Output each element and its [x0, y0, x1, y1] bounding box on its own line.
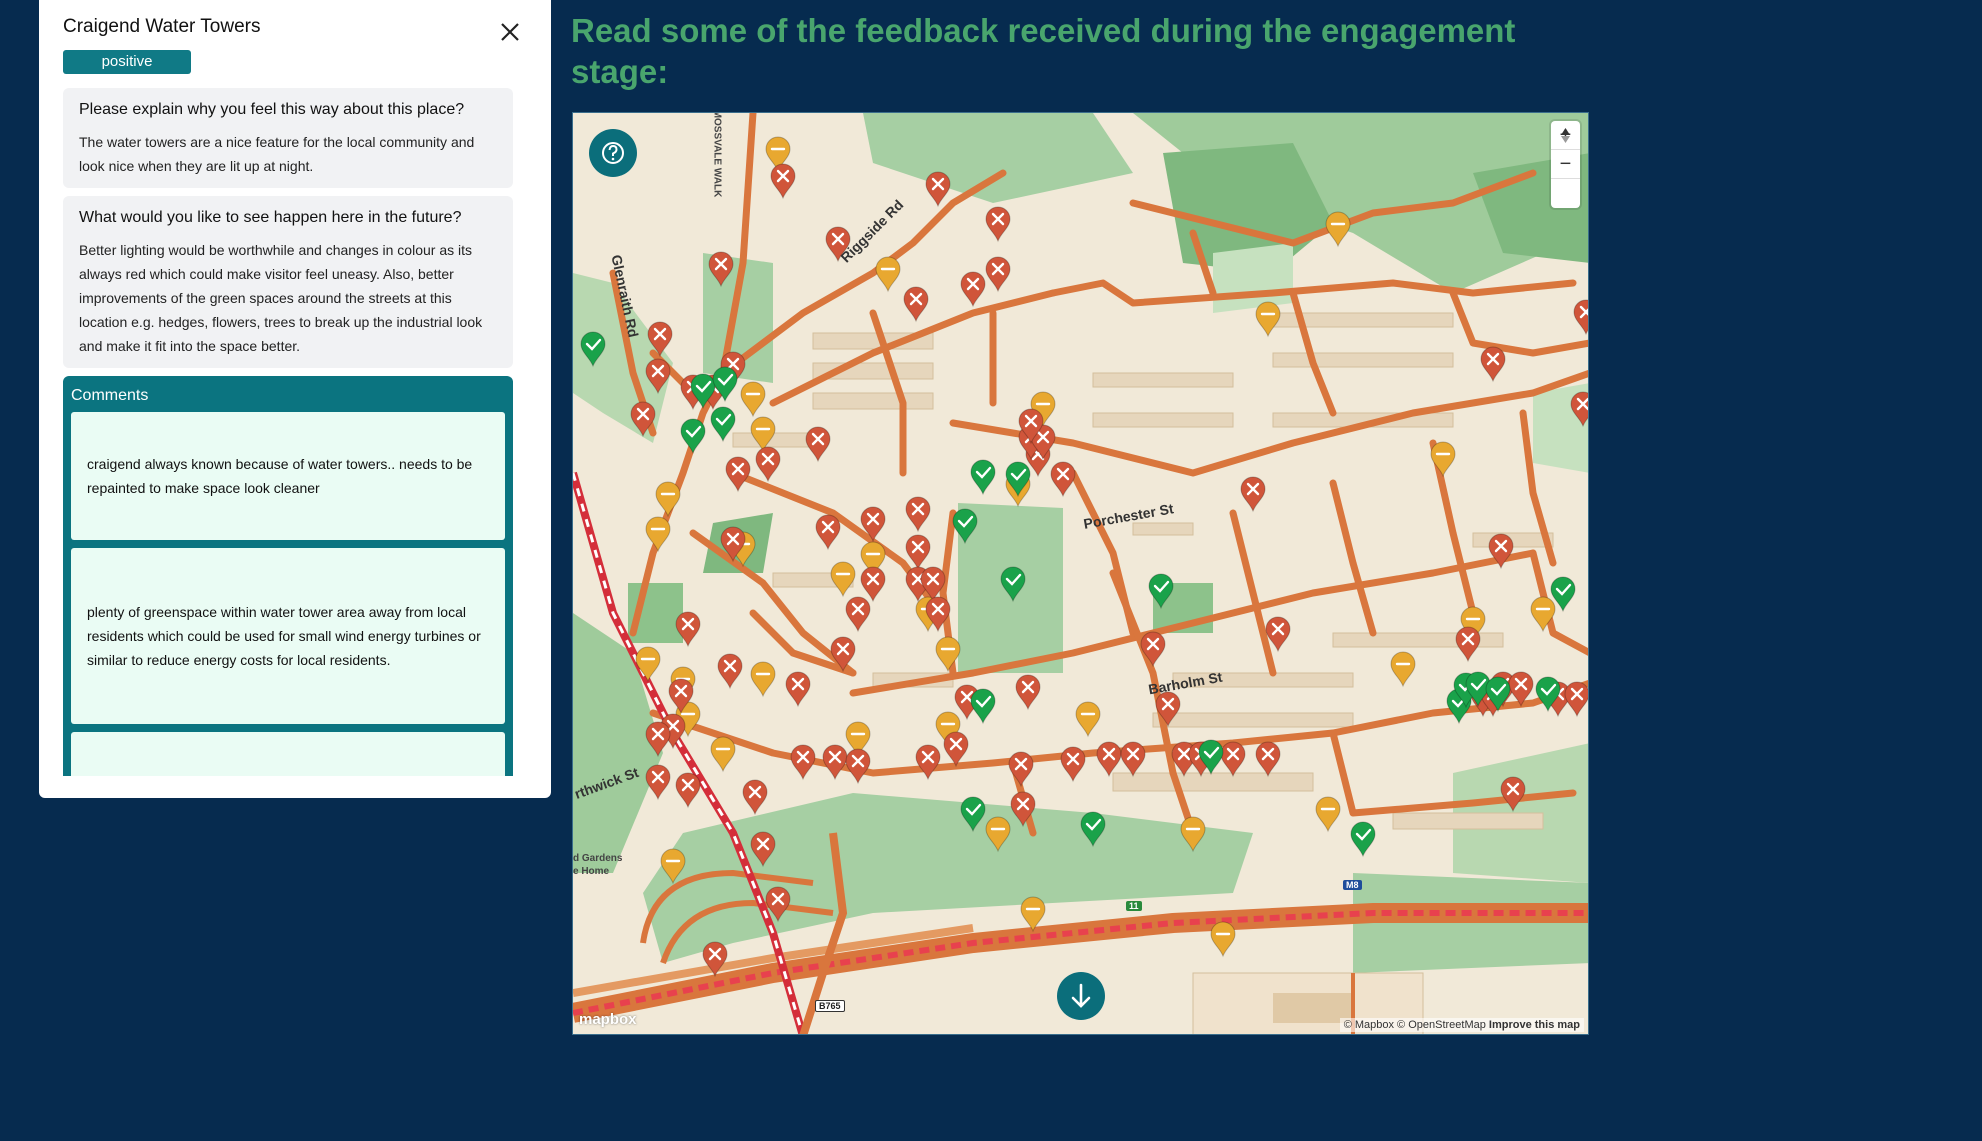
road-shield: M8 — [1343, 880, 1362, 890]
arrow-down-icon — [1071, 983, 1091, 1008]
negative-pin-icon[interactable] — [1564, 681, 1589, 718]
neutral-pin-icon[interactable] — [1430, 441, 1456, 478]
negative-pin-icon[interactable] — [790, 744, 816, 781]
neutral-pin-icon[interactable] — [935, 636, 961, 673]
negative-pin-icon[interactable] — [815, 514, 841, 551]
comment-text: craigend always known because of water t… — [87, 456, 473, 496]
neutral-pin-icon[interactable] — [740, 381, 766, 418]
close-icon[interactable] — [494, 16, 526, 48]
comments-section: Comments craigend always known because o… — [63, 376, 513, 776]
answer-text: Better lighting would be worthwhile and … — [79, 242, 483, 354]
popup-title: Craigend Water Towers — [63, 16, 261, 37]
question-card: Please explain why you feel this way abo… — [63, 88, 513, 188]
negative-pin-icon[interactable] — [1015, 674, 1041, 711]
negative-pin-icon[interactable] — [1008, 751, 1034, 788]
compass-button[interactable] — [1551, 128, 1580, 208]
positive-pin-icon[interactable] — [710, 406, 736, 443]
negative-pin-icon[interactable] — [943, 731, 969, 768]
negative-pin-icon[interactable] — [905, 534, 931, 571]
neutral-pin-icon[interactable] — [655, 481, 681, 518]
negative-pin-icon[interactable] — [925, 171, 951, 208]
help-button[interactable] — [589, 129, 637, 177]
comments-title: Comments — [71, 387, 149, 404]
positive-pin-icon[interactable] — [970, 688, 996, 725]
negative-pin-icon[interactable] — [1120, 741, 1146, 778]
negative-pin-icon[interactable] — [755, 446, 781, 483]
negative-pin-icon[interactable] — [915, 744, 941, 781]
negative-pin-icon[interactable] — [960, 271, 986, 308]
negative-pin-icon[interactable] — [985, 206, 1011, 243]
popup-scroll-area[interactable]: Please explain why you feel this way abo… — [63, 88, 537, 788]
neutral-pin-icon[interactable] — [830, 561, 856, 598]
negative-pin-icon[interactable] — [1240, 476, 1266, 513]
attribution-text[interactable]: © Mapbox © OpenStreetMap — [1344, 1019, 1486, 1031]
negative-pin-icon[interactable] — [845, 748, 871, 785]
negative-pin-icon[interactable] — [845, 596, 871, 633]
negative-pin-icon[interactable] — [1573, 299, 1589, 336]
comment-card: plenty of greenspace within water tower … — [71, 548, 505, 724]
negative-pin-icon[interactable] — [725, 456, 751, 493]
positive-pin-icon[interactable] — [970, 459, 996, 496]
road-shield: B765 — [815, 1000, 845, 1012]
improve-map-link[interactable]: Improve this map — [1489, 1019, 1580, 1031]
compass-icon — [1561, 128, 1570, 143]
negative-pin-icon[interactable] — [742, 779, 768, 816]
scroll-down-button[interactable] — [1057, 972, 1105, 1020]
comment-card: craigend always known because of water t… — [71, 412, 505, 540]
street-label: MOSSVALE WALK — [711, 112, 723, 198]
map-attribution: © Mapbox © OpenStreetMap Improve this ma… — [1339, 1018, 1584, 1032]
negative-pin-icon[interactable] — [903, 286, 929, 323]
feedback-map[interactable]: Porchester St Barholm St Riggside Rd Gle… — [572, 112, 1589, 1035]
negative-pin-icon[interactable] — [675, 772, 701, 809]
neutral-pin-icon[interactable] — [1075, 701, 1101, 738]
map-canvas — [573, 113, 1589, 1034]
negative-pin-icon[interactable] — [1096, 741, 1122, 778]
mapbox-logo[interactable]: mapbox — [579, 1011, 637, 1028]
comment-card — [71, 732, 505, 776]
place-label: e Home — [573, 866, 610, 877]
road-shield: 11 — [1126, 901, 1142, 911]
help-icon — [602, 142, 624, 164]
positive-pin-icon[interactable] — [1350, 821, 1376, 858]
negative-pin-icon[interactable] — [985, 256, 1011, 293]
positive-pin-icon[interactable] — [680, 418, 706, 455]
neutral-pin-icon[interactable] — [1255, 301, 1281, 338]
negative-pin-icon[interactable] — [822, 744, 848, 781]
negative-pin-icon[interactable] — [1480, 346, 1506, 383]
neutral-pin-icon[interactable] — [1020, 896, 1046, 933]
question-text: What would you like to see happen here i… — [79, 209, 462, 226]
feedback-popup: Craigend Water Towers positive Please ex… — [39, 0, 551, 798]
sentiment-badge: positive — [63, 50, 191, 74]
neutral-pin-icon[interactable] — [645, 516, 671, 553]
neutral-pin-icon[interactable] — [1390, 651, 1416, 688]
place-label: d Gardens — [573, 853, 623, 864]
page-heading: Read some of the feedback received durin… — [571, 12, 1516, 90]
zoom-out-button[interactable]: − — [1551, 150, 1580, 179]
negative-pin-icon[interactable] — [785, 671, 811, 708]
neutral-pin-icon[interactable] — [1210, 921, 1236, 958]
comment-text: plenty of greenspace within water tower … — [87, 604, 481, 668]
answer-text: The water towers are a nice feature for … — [79, 134, 475, 174]
question-text: Please explain why you feel this way abo… — [79, 101, 465, 118]
negative-pin-icon[interactable] — [645, 764, 671, 801]
negative-pin-icon[interactable] — [770, 163, 796, 200]
neutral-pin-icon[interactable] — [1325, 211, 1351, 248]
neutral-pin-icon[interactable] — [710, 736, 736, 773]
negative-pin-icon[interactable] — [1255, 741, 1281, 778]
negative-pin-icon[interactable] — [1060, 746, 1086, 783]
negative-pin-icon[interactable] — [860, 566, 886, 603]
negative-pin-icon[interactable] — [805, 426, 831, 463]
negative-pin-icon[interactable] — [905, 496, 931, 533]
neutral-pin-icon[interactable] — [875, 256, 901, 293]
negative-pin-icon[interactable] — [1220, 741, 1246, 778]
zoom-controls: + − — [1551, 121, 1580, 208]
negative-pin-icon[interactable] — [1455, 626, 1481, 663]
neutral-pin-icon[interactable] — [750, 661, 776, 698]
question-card: What would you like to see happen here i… — [63, 196, 513, 368]
neutral-pin-icon[interactable] — [1315, 796, 1341, 833]
negative-pin-icon[interactable] — [1050, 461, 1076, 498]
negative-pin-icon[interactable] — [717, 653, 743, 690]
